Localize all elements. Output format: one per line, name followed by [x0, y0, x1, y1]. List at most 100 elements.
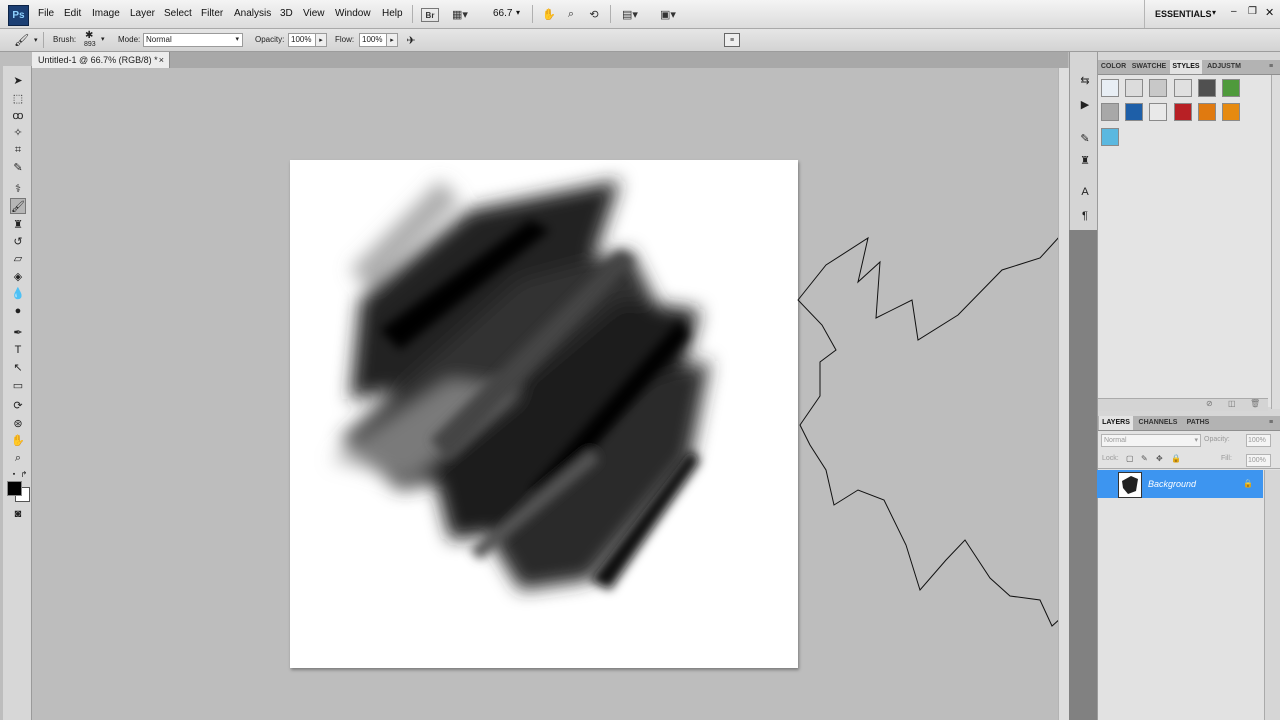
zoom-tool-button[interactable]: ⌕	[563, 5, 579, 23]
flow-input[interactable]: 100%	[359, 33, 387, 47]
dodge-tool-icon[interactable]: ●	[10, 303, 26, 319]
lock-transparent-icon[interactable]: ▢	[1126, 454, 1134, 463]
character-panel-icon[interactable]: A	[1077, 184, 1093, 200]
menu-help[interactable]: Help	[382, 8, 403, 19]
magic-wand-tool-icon[interactable]: ✧	[10, 124, 26, 140]
arrange-documents-button[interactable]: ▤▾	[619, 5, 641, 23]
tab-adjustments[interactable]: ADJUSTM	[1204, 60, 1244, 74]
menu-window[interactable]: Window	[335, 8, 371, 19]
paint-bucket-tool-icon[interactable]: ◈	[10, 268, 26, 284]
style-swatch[interactable]	[1198, 79, 1216, 97]
hand-tool-button[interactable]: ✋	[541, 5, 557, 23]
brush-tool-icon[interactable]: 🖌	[10, 198, 26, 214]
marquee-tool-icon[interactable]: ⬚	[10, 90, 26, 106]
quick-mask-icon[interactable]: ◙	[10, 506, 26, 522]
type-tool-icon[interactable]: T	[10, 342, 26, 358]
menu-file[interactable]: File	[38, 8, 54, 19]
style-swatch[interactable]	[1198, 103, 1216, 121]
panel-menu-icon[interactable]: ≡	[1264, 60, 1278, 74]
zoom-level[interactable]: 66.7	[493, 8, 512, 19]
tab-styles[interactable]: STYLES	[1170, 60, 1202, 74]
actions-panel-icon[interactable]: ▶	[1077, 96, 1093, 112]
layers-scrollbar[interactable]	[1264, 470, 1280, 720]
fill-input[interactable]: 100%	[1246, 454, 1271, 467]
style-swatch[interactable]	[1174, 79, 1192, 97]
layer-thumbnail[interactable]	[1118, 472, 1142, 498]
layer-opacity-input[interactable]: 100%	[1246, 434, 1271, 447]
menu-select[interactable]: Select	[164, 8, 192, 19]
brush-panel-toggle[interactable]: ≡	[724, 33, 740, 47]
path-selection-tool-icon[interactable]: ↖	[10, 359, 26, 375]
layer-name[interactable]: Background	[1148, 479, 1196, 489]
blur-tool-icon[interactable]: 💧	[10, 285, 26, 301]
eraser-tool-icon[interactable]: ▱	[10, 250, 26, 266]
workspace-dropdown-icon[interactable]: ▾	[1212, 8, 1216, 17]
zoom-tool-icon[interactable]: ⌕	[10, 450, 26, 466]
menu-view[interactable]: View	[303, 8, 325, 19]
document-canvas[interactable]	[290, 160, 798, 668]
new-style-icon[interactable]: ◫	[1228, 399, 1236, 408]
tab-swatches[interactable]: SWATCHE	[1130, 60, 1168, 74]
menu-3d[interactable]: 3D	[280, 8, 293, 19]
paragraph-panel-icon[interactable]: ¶	[1077, 208, 1093, 224]
brush-panel-icon[interactable]: ✎	[1077, 130, 1093, 146]
style-swatch[interactable]	[1174, 103, 1192, 121]
restore-icon[interactable]: ❐	[1248, 6, 1257, 17]
style-swatch[interactable]	[1149, 103, 1167, 121]
lasso-tool-icon[interactable]: ꝏ	[10, 107, 26, 123]
styles-scrollbar[interactable]	[1271, 75, 1280, 409]
lock-image-icon[interactable]: ✎	[1141, 454, 1148, 463]
lock-position-icon[interactable]: ✥	[1156, 454, 1163, 463]
healing-brush-tool-icon[interactable]: ⚕	[10, 180, 26, 196]
clone-stamp-tool-icon[interactable]: ♜	[10, 216, 26, 232]
menu-edit[interactable]: Edit	[64, 8, 81, 19]
swap-colors-icon[interactable]: ↱	[16, 466, 32, 482]
style-swatch[interactable]	[1149, 79, 1167, 97]
tab-channels[interactable]: CHANNELS	[1135, 416, 1181, 430]
history-panel-icon[interactable]: ⇆	[1077, 72, 1093, 88]
screen-mode-button[interactable]: ▣▾	[655, 5, 681, 23]
opacity-input[interactable]: 100%	[288, 33, 316, 47]
vertical-scrollbar[interactable]	[1058, 68, 1069, 720]
menu-layer[interactable]: Layer	[130, 8, 155, 19]
crop-tool-icon[interactable]: ⌗	[10, 142, 26, 158]
tab-layers[interactable]: LAYERS	[1099, 416, 1133, 430]
rotate-view-button[interactable]: ⟲	[586, 5, 602, 23]
brush-picker-dropdown-icon[interactable]: ▾	[101, 35, 105, 43]
clone-source-panel-icon[interactable]: ♜	[1077, 152, 1093, 168]
3d-rotate-tool-icon[interactable]: ⟳	[10, 397, 26, 413]
close-icon[interactable]: ✕	[1265, 6, 1274, 19]
menu-image[interactable]: Image	[92, 8, 120, 19]
tab-close-icon[interactable]: ×	[159, 52, 164, 68]
airbrush-toggle[interactable]: ✈	[402, 32, 420, 48]
blend-mode-select[interactable]: Normal ▾	[1101, 434, 1201, 447]
no-style-icon[interactable]: ⊘	[1206, 399, 1213, 408]
style-swatch[interactable]	[1101, 79, 1119, 97]
brush-tip-icon[interactable]: ✱	[85, 30, 93, 41]
history-brush-tool-icon[interactable]: ↺	[10, 233, 26, 249]
zoom-dropdown-icon[interactable]: ▾	[516, 8, 520, 17]
view-extras-button[interactable]: ▦▾	[449, 5, 471, 23]
style-swatch[interactable]	[1101, 128, 1119, 146]
minimize-icon[interactable]: –	[1231, 6, 1237, 17]
shape-tool-icon[interactable]: ▭	[10, 377, 26, 393]
workspace-switcher[interactable]: ESSENTIALS	[1155, 9, 1212, 19]
bridge-button[interactable]: Br	[421, 8, 439, 22]
style-swatch[interactable]	[1125, 103, 1143, 121]
flow-slider-button[interactable]: ▸	[386, 33, 398, 47]
mode-select[interactable]: Normal ▾	[143, 33, 243, 47]
opacity-slider-button[interactable]: ▸	[315, 33, 327, 47]
menu-filter[interactable]: Filter	[201, 8, 223, 19]
delete-style-icon[interactable]: 🗑	[1250, 399, 1260, 408]
move-tool-icon[interactable]: ➤	[10, 72, 26, 88]
3d-orbit-tool-icon[interactable]: ⊛	[10, 415, 26, 431]
layers-panel-menu-icon[interactable]: ≡	[1264, 416, 1278, 430]
hand-tool-icon[interactable]: ✋	[10, 432, 26, 448]
tab-color[interactable]: COLOR	[1099, 60, 1128, 74]
pen-tool-icon[interactable]: ✒	[10, 324, 26, 340]
brush-preset-icon[interactable]: 🖌	[14, 33, 30, 47]
foreground-color-swatch[interactable]	[7, 481, 22, 496]
style-swatch[interactable]	[1222, 103, 1240, 121]
menu-analysis[interactable]: Analysis	[234, 8, 271, 19]
tab-paths[interactable]: PATHS	[1183, 416, 1213, 430]
